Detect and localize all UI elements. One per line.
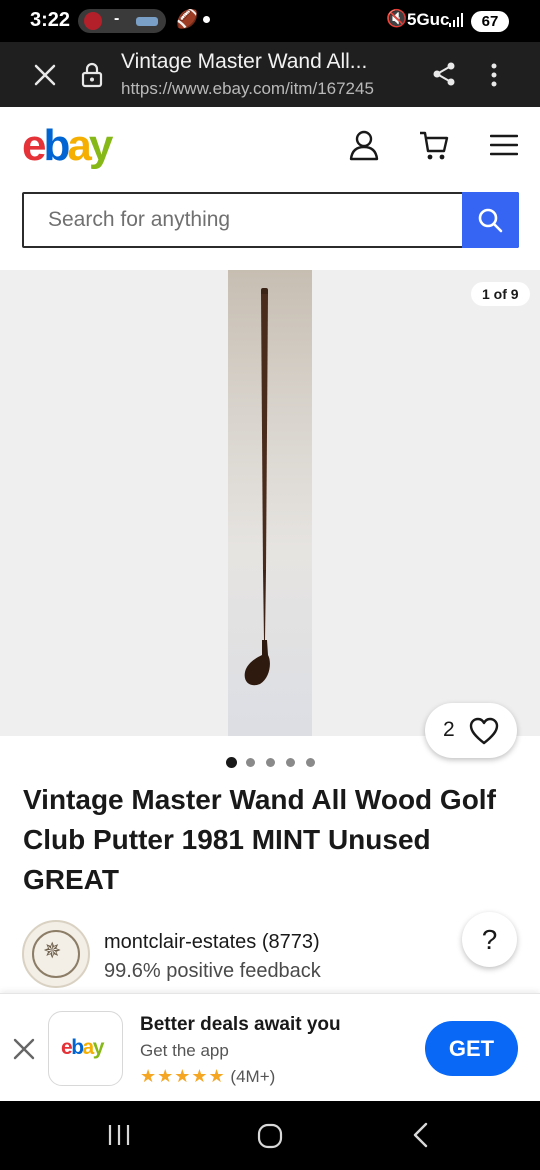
team-logo-icon (84, 12, 102, 30)
mute-icon: 🔇 (386, 9, 408, 28)
seller-feedback: 99.6% positive feedback (104, 960, 321, 982)
help-button[interactable]: ? (462, 912, 517, 967)
pagination-dot[interactable] (246, 758, 255, 767)
notification-dash: - (114, 10, 120, 27)
system-navigation-bar (0, 1101, 540, 1170)
battery-indicator: 67 (471, 11, 509, 32)
hamburger-menu-icon[interactable] (490, 134, 518, 156)
page-title[interactable]: Vintage Master Wand All... (121, 50, 367, 74)
get-app-button[interactable]: GET (425, 1021, 518, 1076)
pagination-dot[interactable] (286, 758, 295, 767)
rating-count: (4M+) (230, 1067, 276, 1086)
search-button[interactable] (462, 192, 519, 248)
back-icon[interactable] (410, 1122, 432, 1148)
football-icon: 🏈 (176, 9, 199, 29)
image-counter: 1 of 9 (471, 282, 530, 306)
notification-dot-icon (203, 16, 210, 23)
search-icon (478, 208, 503, 233)
close-icon[interactable] (32, 62, 58, 88)
share-icon[interactable] (431, 61, 457, 87)
gallery-pagination[interactable] (226, 756, 326, 768)
cart-icon[interactable] (418, 129, 450, 161)
user-icon[interactable] (349, 129, 379, 161)
image-gallery[interactable] (0, 270, 540, 736)
seller-info[interactable]: ✵ montclair-estates (8773) 99.6% positiv… (22, 920, 522, 990)
lock-icon[interactable] (80, 62, 104, 88)
signal-icon (449, 13, 463, 27)
search-input[interactable] (24, 194, 464, 246)
putter-image (244, 288, 270, 686)
pagination-dot[interactable] (266, 758, 275, 767)
notification-pill: - (78, 9, 166, 33)
close-icon[interactable] (12, 1037, 36, 1061)
seller-name[interactable]: montclair-estates (8773) (104, 931, 320, 954)
home-icon[interactable] (257, 1123, 283, 1149)
compass-icon: ✵ (43, 938, 62, 963)
network-label: 5Guc (407, 10, 450, 29)
pagination-dot[interactable] (306, 758, 315, 767)
product-photo[interactable] (228, 270, 312, 736)
status-bar: 3:22 - 🏈 🔇 5Guc 67 (0, 0, 540, 42)
watchlist-button[interactable]: 2 (425, 703, 517, 758)
seller-avatar[interactable]: ✵ (22, 920, 90, 988)
item-title: Vintage Master Wand All Wood Golf Club P… (23, 784, 496, 895)
watch-count: 2 (443, 718, 455, 741)
status-time: 3:22 (30, 9, 71, 31)
team-logo-icon (136, 17, 158, 26)
pagination-dot[interactable] (226, 757, 237, 768)
banner-headline: Better deals await you (140, 1014, 341, 1035)
rating-stars-icon: ★★★★★ (140, 1066, 226, 1086)
site-header: ebay (0, 107, 540, 187)
app-logo: ebay (48, 1011, 123, 1086)
search-bar (22, 192, 519, 248)
browser-toolbar: Vintage Master Wand All... https://www.e… (0, 42, 540, 107)
page-url[interactable]: https://www.ebay.com/itm/167245 (121, 79, 411, 99)
recent-apps-icon[interactable] (106, 1123, 132, 1147)
app-rating: ★★★★★ (4M+) (140, 1066, 275, 1087)
ebay-logo[interactable]: ebay (22, 121, 113, 171)
more-options-icon[interactable] (485, 60, 503, 90)
banner-subtitle: Get the app (140, 1041, 229, 1060)
heart-icon (469, 717, 499, 745)
app-install-banner: ebay Better deals await you Get the app … (0, 993, 540, 1101)
